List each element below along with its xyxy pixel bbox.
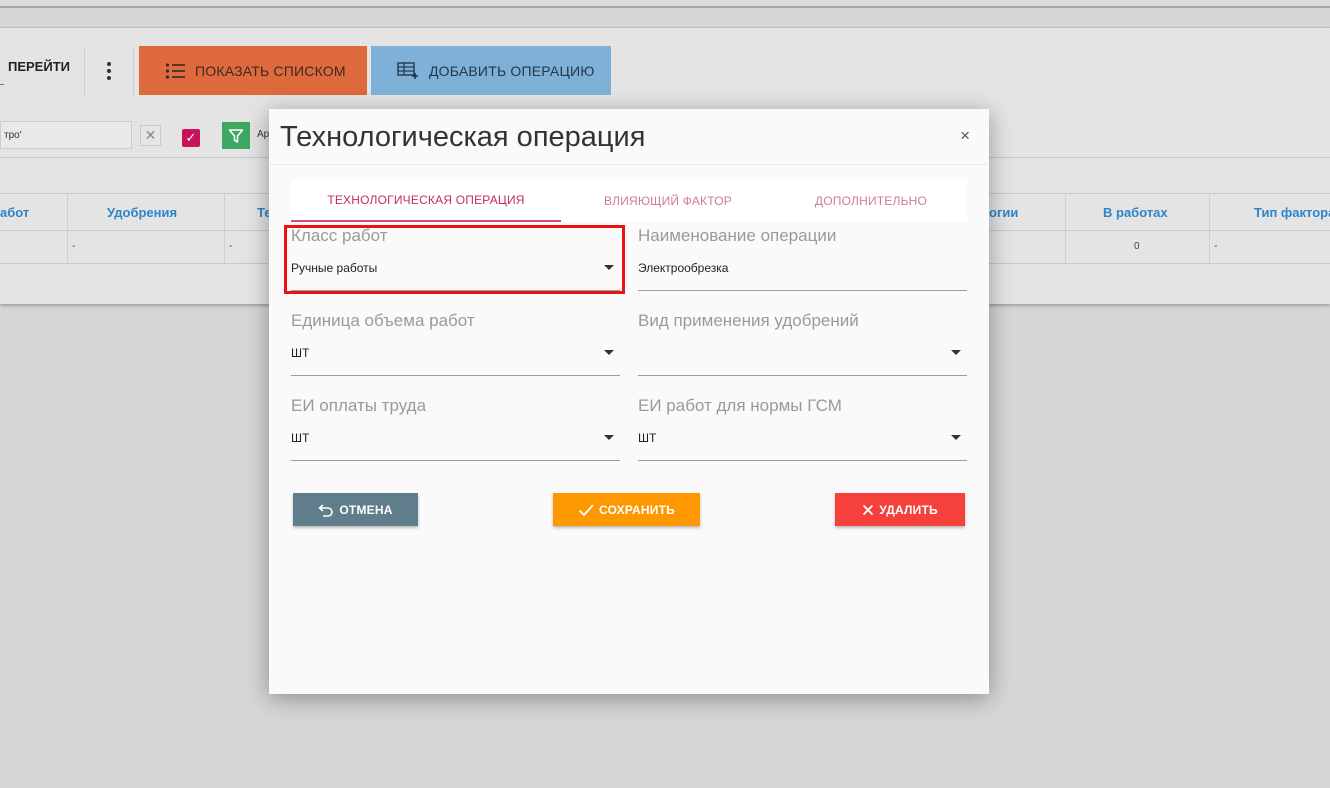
dropdown-arrow-icon	[604, 435, 614, 440]
filter-input[interactable]: тро'	[0, 121, 132, 149]
labor-unit-label: ЕИ оплаты труда	[291, 396, 427, 415]
column-divider	[1065, 194, 1066, 264]
operation-name-input[interactable]: Наименование операции Электрообрезка	[638, 226, 967, 292]
work-unit-select[interactable]: Единица объема работ ШТ	[291, 311, 620, 377]
filter-label: Ар	[257, 129, 270, 140]
column-header-in-works[interactable]: В работах	[1103, 205, 1168, 220]
dropdown-arrow-icon	[951, 435, 961, 440]
tab-additional[interactable]: ДОПОЛНИТЕЛЬНО	[775, 179, 967, 222]
show-list-button[interactable]: ПОКАЗАТЬ СПИСКОМ	[139, 46, 367, 95]
field-underline	[291, 460, 620, 461]
add-operation-label: ДОБАВИТЬ ОПЕРАЦИЮ	[429, 62, 595, 79]
operation-name-label: Наименование операции	[638, 226, 837, 245]
top-bar	[0, 0, 1330, 8]
operation-name-value: Электрообрезка	[638, 261, 729, 275]
delete-label: УДАЛИТЬ	[879, 502, 938, 517]
table-cell: -	[229, 241, 233, 252]
toolbar-divider	[84, 47, 85, 97]
cancel-label: ОТМЕНА	[339, 502, 393, 517]
work-class-value: Ручные работы	[291, 261, 378, 275]
dropdown-arrow-icon	[604, 265, 614, 270]
cancel-button[interactable]: ОТМЕНА	[293, 493, 418, 526]
save-button[interactable]: СОХРАНИТЬ	[553, 493, 700, 526]
add-operation-button[interactable]: ДОБАВИТЬ ОПЕРАЦИЮ	[371, 46, 611, 95]
work-class-select[interactable]: Класс работ Ручные работы	[291, 226, 620, 292]
fuel-unit-label: ЕИ работ для нормы ГСМ	[638, 396, 842, 415]
fertilizer-type-label: Вид применения удобрений	[638, 311, 859, 330]
show-list-label: ПОКАЗАТЬ СПИСКОМ	[195, 62, 346, 79]
operation-dialog: Технологическая операция × ТЕХНОЛОГИЧЕСК…	[269, 109, 989, 694]
toolbar-divider	[133, 47, 134, 97]
table-add-icon	[397, 61, 418, 79]
column-divider	[1209, 194, 1210, 264]
dropdown-arrow-icon	[604, 350, 614, 355]
list-icon	[165, 62, 185, 79]
table-cell: -	[72, 241, 76, 252]
labor-unit-value: ШТ	[291, 431, 310, 445]
clear-filter-icon[interactable]: ✕	[140, 125, 161, 146]
check-icon	[578, 503, 594, 516]
column-header-fertilizers[interactable]: Удобрения	[107, 205, 177, 220]
field-underline	[638, 290, 967, 291]
field-underline	[291, 290, 620, 291]
field-underline	[638, 375, 967, 376]
goto-underline	[0, 84, 4, 85]
column-header-work[interactable]: абот	[0, 205, 29, 220]
work-class-label: Класс работ	[291, 226, 388, 245]
column-header-technologies[interactable]: огии	[989, 205, 1018, 220]
field-underline	[291, 375, 620, 376]
filter-checkbox[interactable]: ✓	[182, 129, 200, 147]
work-unit-value: ШТ	[291, 346, 310, 360]
dialog-title: Технологическая операция	[280, 121, 646, 153]
table-cell: 0	[1134, 241, 1140, 252]
dialog-tabs: ТЕХНОЛОГИЧЕСКАЯ ОПЕРАЦИЯ ВЛИЯЮЩИЙ ФАКТОР…	[291, 179, 967, 222]
close-icon[interactable]: ×	[960, 126, 970, 146]
field-underline	[638, 460, 967, 461]
close-icon	[863, 504, 874, 515]
dropdown-arrow-icon	[951, 350, 961, 355]
delete-button[interactable]: УДАЛИТЬ	[835, 493, 965, 526]
column-divider	[67, 194, 68, 264]
fuel-unit-select[interactable]: ЕИ работ для нормы ГСМ ШТ	[638, 396, 967, 462]
labor-unit-select[interactable]: ЕИ оплаты труда ШТ	[291, 396, 620, 462]
tab-influencing-factor[interactable]: ВЛИЯЮЩИЙ ФАКТОР	[561, 179, 775, 222]
fertilizer-type-select[interactable]: Вид применения удобрений	[638, 311, 967, 377]
undo-icon	[319, 503, 334, 517]
table-cell: -	[1214, 241, 1218, 252]
more-menu-icon[interactable]	[105, 62, 113, 86]
filter-icon	[228, 128, 244, 143]
column-header-factor-type[interactable]: Тип фактора	[1254, 205, 1330, 220]
goto-link[interactable]: ПЕРЕЙТИ	[8, 59, 70, 74]
column-divider	[224, 194, 225, 264]
filter-button[interactable]	[222, 122, 250, 149]
save-label: СОХРАНИТЬ	[599, 502, 675, 517]
work-unit-label: Единица объема работ	[291, 311, 475, 330]
fuel-unit-value: ШТ	[638, 431, 657, 445]
tab-tech-operation[interactable]: ТЕХНОЛОГИЧЕСКАЯ ОПЕРАЦИЯ	[291, 179, 561, 222]
dialog-header-divider	[269, 164, 989, 165]
